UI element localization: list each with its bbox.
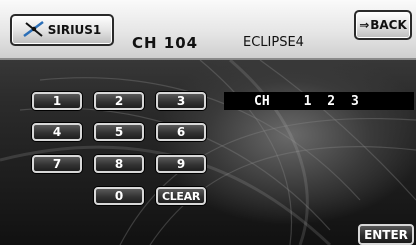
satellite-logo-icon [22, 20, 45, 41]
station-name: ECLIPSE4 [243, 35, 304, 50]
key-3[interactable]: 3 [156, 92, 206, 110]
key-1[interactable]: 1 [32, 92, 82, 110]
key-2[interactable]: 2 [94, 92, 144, 110]
back-arrow-icon: ⇒ [359, 18, 370, 32]
back-button[interactable]: ⇒ BACK [354, 10, 412, 40]
key-8[interactable]: 8 [94, 155, 144, 173]
key-0[interactable]: 0 [94, 187, 144, 205]
key-5[interactable]: 5 [94, 123, 144, 141]
back-label: BACK [370, 18, 407, 32]
source-label: SIRIUS1 [47, 23, 102, 37]
channel-number: CH 104 [132, 34, 199, 52]
entry-prefix: CH [254, 93, 270, 109]
entry-digits: 1 2 3 [303, 93, 363, 109]
channel-entry-display: CH 1 2 3 [224, 92, 414, 110]
key-7[interactable]: 7 [32, 155, 82, 173]
enter-button[interactable]: ENTER [358, 224, 414, 245]
sirius-direct-tune-screen: SIRIUS1 CH 104 ECLIPSE4 ⇒ BACK 1 2 3 4 5… [0, 0, 416, 245]
key-6[interactable]: 6 [156, 123, 206, 141]
source-button[interactable]: SIRIUS1 [10, 14, 114, 46]
clear-button[interactable]: CLEAR [156, 187, 206, 205]
key-9[interactable]: 9 [156, 155, 206, 173]
key-4[interactable]: 4 [32, 123, 82, 141]
